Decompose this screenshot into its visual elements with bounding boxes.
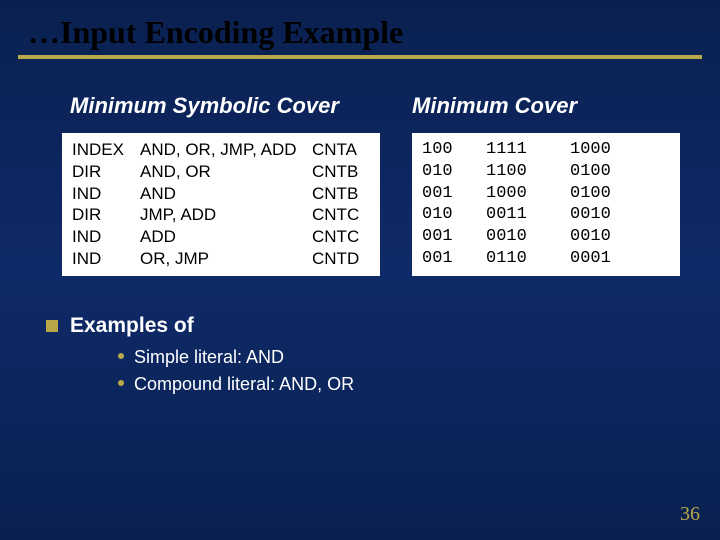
table-row: 01011000100 [422, 161, 670, 183]
bullet-main-text: Examples of [70, 314, 194, 338]
table-row: 00100100010 [422, 226, 670, 248]
page-number: 36 [680, 503, 700, 526]
subitem-text: Compound literal: AND, OR [134, 371, 354, 398]
subhead-right: Minimum Cover [400, 93, 577, 119]
table-row: 00110000100 [422, 183, 670, 205]
table-row: INDADDCNTC [72, 226, 370, 248]
bullet-subitems: Simple literal: AND Compound literal: AN… [46, 344, 720, 398]
minimum-cover-table: 10011111000 01011000100 00110000100 0100… [412, 133, 680, 276]
table-row: INDEXAND, OR, JMP, ADDCNTA [72, 139, 370, 161]
table-row: 00101100001 [422, 248, 670, 270]
subitem: Simple literal: AND [118, 344, 720, 371]
table-row: DIRJMP, ADDCNTC [72, 204, 370, 226]
bullet-section: Examples of Simple literal: AND Compound… [0, 314, 720, 398]
bullet-main: Examples of [46, 314, 720, 338]
subhead-left: Minimum Symbolic Cover [70, 93, 400, 119]
table-row: INDOR, JMPCNTD [72, 248, 370, 270]
table-row: INDANDCNTB [72, 183, 370, 205]
tables-row: INDEXAND, OR, JMP, ADDCNTA DIRAND, ORCNT… [0, 119, 720, 276]
title-rule [18, 55, 702, 59]
dot-bullet-icon [118, 380, 124, 386]
table-row: 01000110010 [422, 204, 670, 226]
subheadings-row: Minimum Symbolic Cover Minimum Cover [0, 93, 720, 119]
symbolic-cover-table: INDEXAND, OR, JMP, ADDCNTA DIRAND, ORCNT… [62, 133, 380, 276]
table-row: DIRAND, ORCNTB [72, 161, 370, 183]
slide-title: …Input Encoding Example [0, 0, 720, 55]
table-row: 10011111000 [422, 139, 670, 161]
subitem: Compound literal: AND, OR [118, 371, 720, 398]
dot-bullet-icon [118, 353, 124, 359]
square-bullet-icon [46, 320, 58, 332]
subitem-text: Simple literal: AND [134, 344, 284, 371]
